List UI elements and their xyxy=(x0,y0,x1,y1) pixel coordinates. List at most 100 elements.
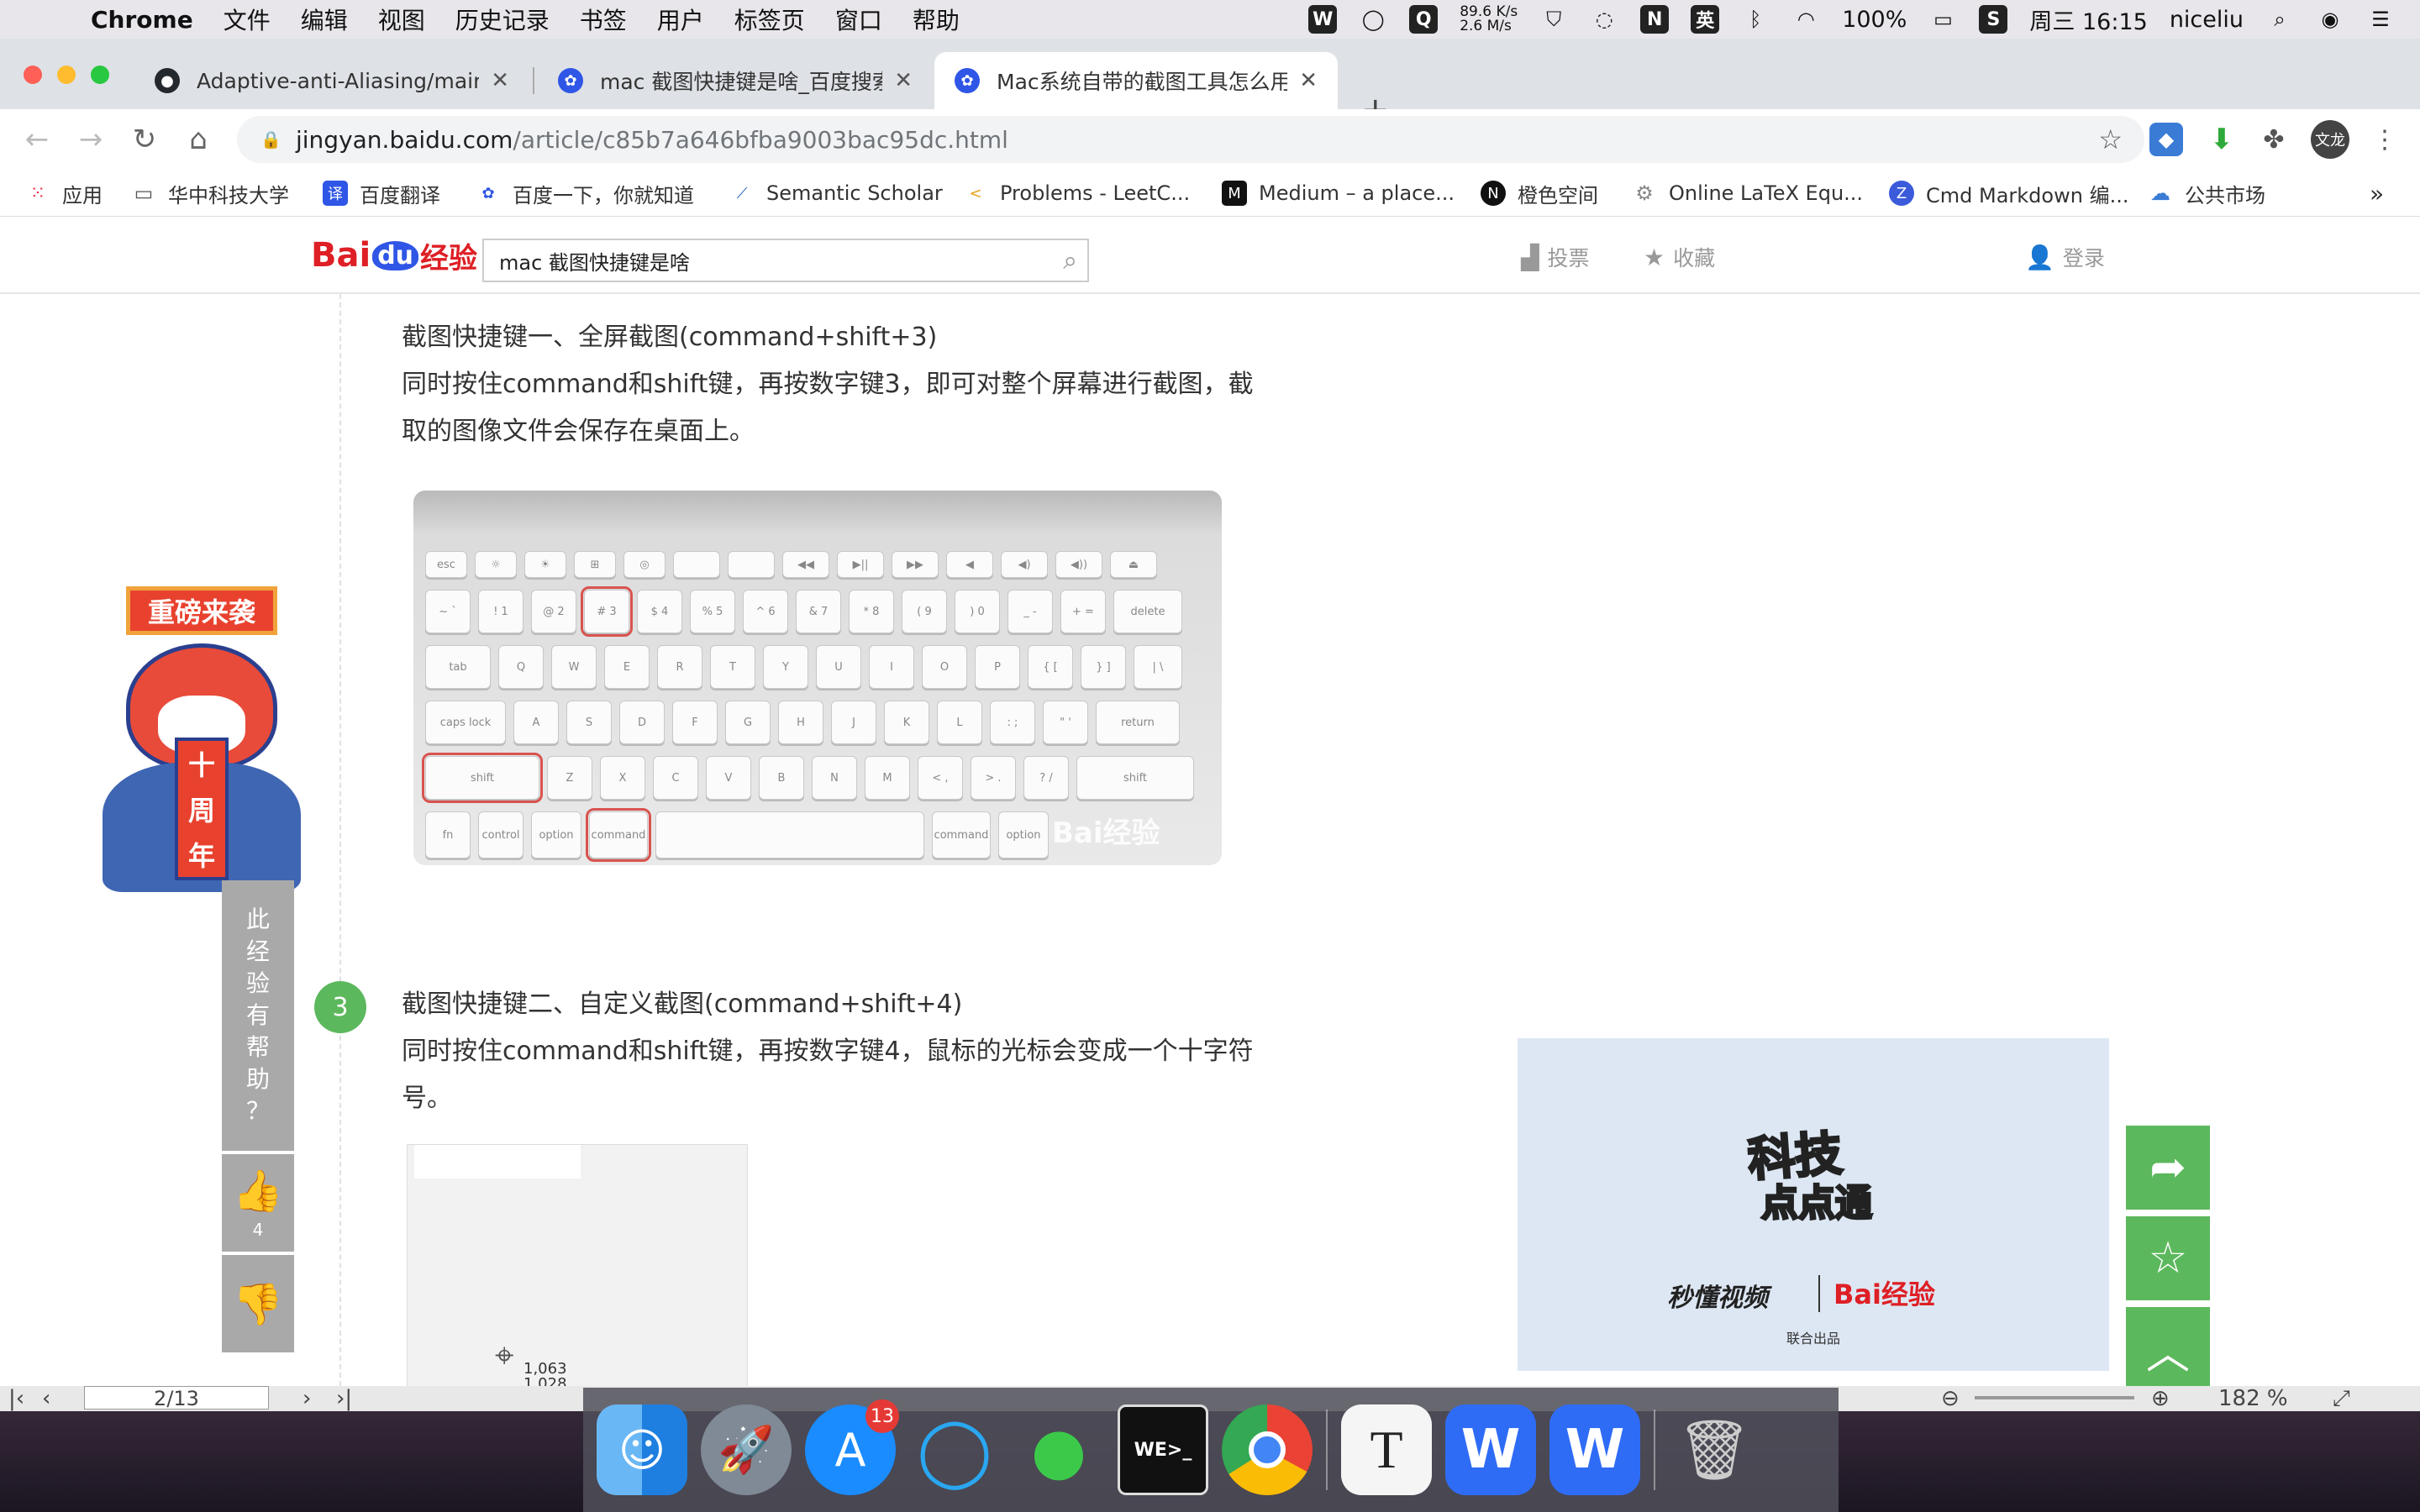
zoom-in-icon[interactable]: ⊕ xyxy=(2151,1386,2170,1411)
profile-avatar[interactable]: 文龙 xyxy=(2311,120,2349,159)
keyboard-key: command xyxy=(932,811,991,858)
shield-icon[interactable]: ⛉ xyxy=(1539,5,1568,34)
bookmarks-overflow-icon[interactable]: » xyxy=(2370,178,2384,208)
collect-link[interactable]: ★ 收藏 xyxy=(1644,242,1715,272)
thumbs-up-button[interactable]: 👍 4 xyxy=(222,1154,294,1252)
wechat-icon[interactable]: ● xyxy=(1013,1404,1104,1495)
menu-app-name[interactable]: Chrome xyxy=(91,6,193,34)
bluetooth-icon[interactable]: ᛒ xyxy=(1741,5,1770,34)
search-icon[interactable]: ⌕ xyxy=(1063,246,1077,276)
window-minimize-button[interactable] xyxy=(57,66,76,84)
keyboard-key: esc xyxy=(425,551,467,578)
wps-status-icon[interactable]: W xyxy=(1308,5,1338,34)
baidu-paw-icon: ✿ xyxy=(955,68,980,93)
fullscreen-icon[interactable]: ⤢ xyxy=(2333,1386,2350,1412)
wps-icon[interactable]: W xyxy=(1445,1404,1536,1495)
menu-file[interactable]: 文件 xyxy=(224,3,271,36)
siri-icon[interactable]: ◉ xyxy=(2316,5,2344,34)
bookmark-notion[interactable]: N 橙色空间 xyxy=(1481,178,1598,208)
next-page-icon[interactable]: › xyxy=(302,1386,311,1411)
keyboard-screenshot-image[interactable]: esc ☼ ☀ ⊞ ◎ ◀◀ ▶|| ▶▶ ◀ ◀) ◀)) ⏏ ~ `! 1 @ 2 # 3 $ 4% 5… xyxy=(413,491,1222,865)
s-app-icon[interactable]: S xyxy=(1979,5,2008,34)
bookmark-star-icon[interactable]: ☆ xyxy=(2098,123,2123,155)
chrome-icon[interactable] xyxy=(1222,1404,1313,1495)
video-ad-banner[interactable]: 科技 点点通 秒懂视频 Bai经验 联合出品 xyxy=(1518,1038,2109,1371)
keyboard-key: + = xyxy=(1060,590,1106,633)
bookmark-medium[interactable]: M Medium – a place... xyxy=(1222,178,1455,208)
back-arrow-icon[interactable]: ← xyxy=(18,121,55,158)
tab-close-icon[interactable]: ✕ xyxy=(491,68,509,93)
battery-icon[interactable]: ▭ xyxy=(1928,5,1957,34)
forward-arrow-icon[interactable]: → xyxy=(72,121,109,158)
favorite-button[interactable]: ☆ xyxy=(2126,1216,2210,1300)
weterm-icon[interactable]: WE>_ xyxy=(1118,1404,1208,1495)
window-close-button[interactable] xyxy=(24,66,42,84)
reload-icon[interactable]: ↻ xyxy=(126,121,163,158)
bookmark-semantic-scholar[interactable]: ⟋ Semantic Scholar xyxy=(729,178,943,208)
coord-y: 1,028 xyxy=(523,1375,567,1387)
vote-link[interactable]: ▟ 投票 xyxy=(1521,242,1590,272)
address-bar[interactable]: 🔒 jingyan.baidu.com/article/c85b7a646bfb… xyxy=(237,116,2144,163)
menu-tab[interactable]: 标签页 xyxy=(734,3,805,36)
qq-icon[interactable]: ◯ xyxy=(909,1404,1000,1495)
finder-icon[interactable]: ☺ xyxy=(597,1404,687,1495)
battery-percent[interactable]: 100% xyxy=(1842,7,1907,33)
extension-translate-icon[interactable]: ◆ xyxy=(2149,123,2183,156)
tab-baidu-search[interactable]: ✿ mac 截图快捷键是啥_百度搜索 ✕ xyxy=(538,52,933,109)
bookmark-latex[interactable]: ⚙ Online LaTeX Equ... xyxy=(1632,178,1863,208)
notification-center-icon[interactable]: ☰ xyxy=(2366,5,2395,34)
chat-status-icon[interactable]: ◯ xyxy=(1359,5,1387,34)
input-method-icon[interactable]: 英 xyxy=(1691,5,1720,34)
appstore-icon[interactable]: A 13 xyxy=(805,1399,899,1495)
menubar-clock[interactable]: 周三 16:15 xyxy=(2029,3,2147,36)
menu-history[interactable]: 历史记录 xyxy=(455,3,550,36)
site-search-input[interactable]: mac 截图快捷键是啥 ⌕ xyxy=(482,239,1089,282)
launchpad-icon[interactable]: 🚀 xyxy=(701,1404,792,1495)
bookmark-leetcode[interactable]: < Problems - LeetC... xyxy=(963,178,1190,208)
tab-close-icon[interactable]: ✕ xyxy=(1299,68,1318,93)
spotlight-search-icon[interactable]: ⌕ xyxy=(2265,5,2294,34)
crosshair-screenshot-image[interactable]: ⌖ 1,063 1,028 xyxy=(407,1144,748,1386)
prev-page-icon[interactable]: ‹ xyxy=(42,1386,50,1411)
page-indicator[interactable]: 2/13 xyxy=(84,1386,269,1410)
share-button[interactable]: ➦ xyxy=(2126,1126,2210,1210)
menu-edit[interactable]: 编辑 xyxy=(301,3,348,36)
tab-github[interactable]: ● Adaptive-anti-Aliasing/main.py ✕ xyxy=(134,52,529,109)
extensions-puzzle-icon[interactable]: ✤ xyxy=(2257,123,2291,156)
bookmark-baidu[interactable]: ✿ 百度一下，你就知道 xyxy=(476,178,694,208)
bookmark-apps[interactable]: ⁙ 应用 xyxy=(25,178,103,208)
first-page-icon[interactable]: |‹ xyxy=(8,1386,24,1411)
menu-view[interactable]: 视图 xyxy=(378,3,425,36)
bookmark-baidu-translate[interactable]: 译 百度翻译 xyxy=(323,178,440,208)
lock-icon[interactable]: 🔒 xyxy=(260,129,282,150)
network-speed[interactable]: 89.6 K/s 2.6 M/s xyxy=(1460,5,1518,34)
zoom-out-icon[interactable]: ⊖ xyxy=(1941,1386,1960,1411)
home-icon[interactable]: ⌂ xyxy=(180,121,217,158)
n-app-icon[interactable]: N xyxy=(1640,5,1670,34)
baidu-jingyan-logo[interactable]: Bai du 经验 xyxy=(311,230,477,281)
download-extension-icon[interactable]: ⬇ xyxy=(2205,123,2238,156)
window-zoom-button[interactable] xyxy=(91,66,109,84)
last-page-icon[interactable]: ›| xyxy=(336,1386,352,1411)
tab-baidu-jingyan-active[interactable]: ✿ Mac系统自带的截图工具怎么用, ✕ xyxy=(934,52,1338,109)
typora-icon[interactable]: T xyxy=(1341,1404,1432,1495)
login-link[interactable]: 👤 登录 xyxy=(2025,242,2105,272)
menu-help[interactable]: 帮助 xyxy=(913,3,960,36)
zoom-slider[interactable] xyxy=(1975,1396,2134,1399)
wifi-icon[interactable]: ◠ xyxy=(1791,5,1820,34)
menubar-user[interactable]: niceliu xyxy=(2170,7,2244,33)
thumbs-down-button[interactable]: 👎 xyxy=(222,1255,294,1352)
bookmark-hust[interactable]: ▭ 华中科技大学 xyxy=(131,178,289,208)
bookmark-public-market[interactable]: ☁ 公共市场 xyxy=(2148,178,2265,208)
menu-bookmarks[interactable]: 书签 xyxy=(580,3,627,36)
tab-close-icon[interactable]: ✕ xyxy=(894,68,913,93)
back-to-top-button[interactable]: ︿ xyxy=(2126,1307,2210,1386)
trash-icon[interactable]: 🗑 xyxy=(1669,1404,1760,1495)
spinner-icon[interactable]: ◌ xyxy=(1590,5,1618,34)
menu-window[interactable]: 窗口 xyxy=(835,3,882,36)
wps-icon[interactable]: W xyxy=(1549,1404,1640,1495)
chrome-menu-icon[interactable]: ⋮ xyxy=(2368,123,2402,156)
bookmark-cmd-markdown[interactable]: Z Cmd Markdown 编... xyxy=(1889,178,2128,208)
menu-people[interactable]: 用户 xyxy=(657,3,704,36)
qq-status-icon[interactable]: Q xyxy=(1409,5,1439,34)
